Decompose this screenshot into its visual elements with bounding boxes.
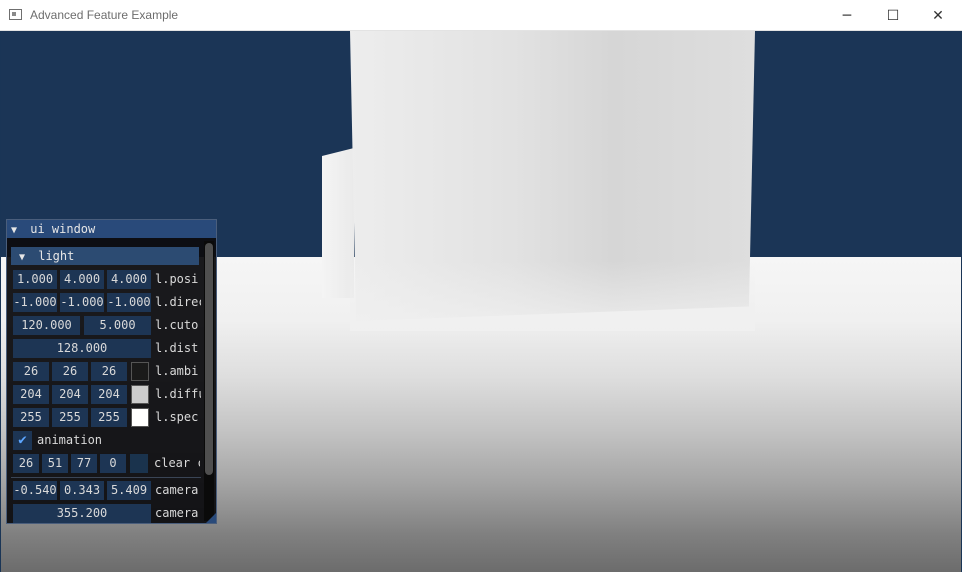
light-direction-x-field[interactable]: -1.000: [13, 293, 57, 312]
scrollbar-thumb[interactable]: [205, 243, 213, 475]
light-diffuse-r-field[interactable]: 204: [13, 385, 49, 404]
animation-checkbox[interactable]: ✔: [13, 431, 32, 450]
camera-position-x-field[interactable]: -0.540: [13, 481, 57, 500]
light-diffuse-label: l.diffu: [155, 387, 201, 401]
collapse-triangle-icon[interactable]: ▼: [11, 222, 23, 240]
light-diffuse-b-field[interactable]: 204: [91, 385, 127, 404]
light-position-z-field[interactable]: 4.000: [107, 270, 151, 289]
clear-color-a-field[interactable]: 0: [100, 454, 126, 473]
ui-window-titlebar[interactable]: ▼ ui window: [7, 220, 216, 238]
camera-rotation-label: camera: [155, 506, 199, 520]
light-direction-z-field[interactable]: -1.000: [107, 293, 151, 312]
app-icon: [9, 9, 22, 20]
light-specular-label: l.spec: [155, 410, 199, 424]
ui-window[interactable]: ▼ ui window ▼ light 1.000 4.000 4.000 l.…: [6, 219, 217, 524]
clear-color-r-field[interactable]: 26: [13, 454, 39, 473]
camera-position-z-field[interactable]: 5.409: [107, 481, 151, 500]
ui-window-scrollbar[interactable]: [204, 241, 214, 521]
light-header[interactable]: ▼ light: [11, 247, 199, 265]
section-divider: [11, 477, 201, 478]
light-distance-slider[interactable]: 128.000: [13, 339, 151, 358]
light-ambient-r-field[interactable]: 26: [13, 362, 49, 381]
animation-label: animation: [37, 433, 103, 447]
clear-color-g-field[interactable]: 51: [42, 454, 68, 473]
cube-shading: [350, 261, 755, 331]
light-diffuse-g-field[interactable]: 204: [52, 385, 88, 404]
maximize-button[interactable]: ☐: [870, 0, 916, 31]
light-distance-label: l.dist: [155, 341, 199, 355]
window-title: Advanced Feature Example: [30, 8, 179, 22]
light-specular-r-field[interactable]: 255: [13, 408, 49, 427]
animation-row: ✔ animation: [13, 431, 193, 451]
light-position-label: l.posi: [155, 272, 199, 286]
light-specular-g-field[interactable]: 255: [52, 408, 88, 427]
light-position-y-field[interactable]: 4.000: [60, 270, 104, 289]
clear-color-label: clear c: [154, 456, 200, 470]
light-direction-y-field[interactable]: -1.000: [60, 293, 104, 312]
clear-color-b-field[interactable]: 77: [71, 454, 97, 473]
light-ambient-b-field[interactable]: 26: [91, 362, 127, 381]
light-diffuse-swatch[interactable]: [131, 385, 149, 404]
minimize-button[interactable]: ─: [824, 0, 870, 31]
light-ambient-label: l.ambi: [155, 364, 199, 378]
title-bar: Advanced Feature Example ─ ☐ ✕: [0, 0, 962, 31]
light-header-label: light: [38, 249, 75, 263]
light-ambient-g-field[interactable]: 26: [52, 362, 88, 381]
resize-grip-icon[interactable]: [206, 513, 216, 523]
light-ambient-swatch[interactable]: [131, 362, 149, 381]
light-specular-swatch[interactable]: [131, 408, 149, 427]
light-cutoff-label: l.cuto: [155, 318, 199, 332]
clear-color-swatch[interactable]: [130, 454, 148, 473]
ui-window-title: ui window: [30, 222, 96, 236]
light-specular-b-field[interactable]: 255: [91, 408, 127, 427]
close-button[interactable]: ✕: [915, 0, 961, 31]
camera-position-label: camera: [155, 483, 199, 497]
light-direction-label: l.direc: [155, 295, 201, 309]
light-collapse-icon[interactable]: ▼: [19, 249, 31, 267]
light-cutoff-outer-field[interactable]: 5.000: [84, 316, 151, 335]
camera-position-y-field[interactable]: 0.343: [60, 481, 104, 500]
light-position-x-field[interactable]: 1.000: [13, 270, 57, 289]
light-cutoff-inner-field[interactable]: 120.000: [13, 316, 80, 335]
camera-rotation-slider[interactable]: 355.200: [13, 504, 151, 523]
